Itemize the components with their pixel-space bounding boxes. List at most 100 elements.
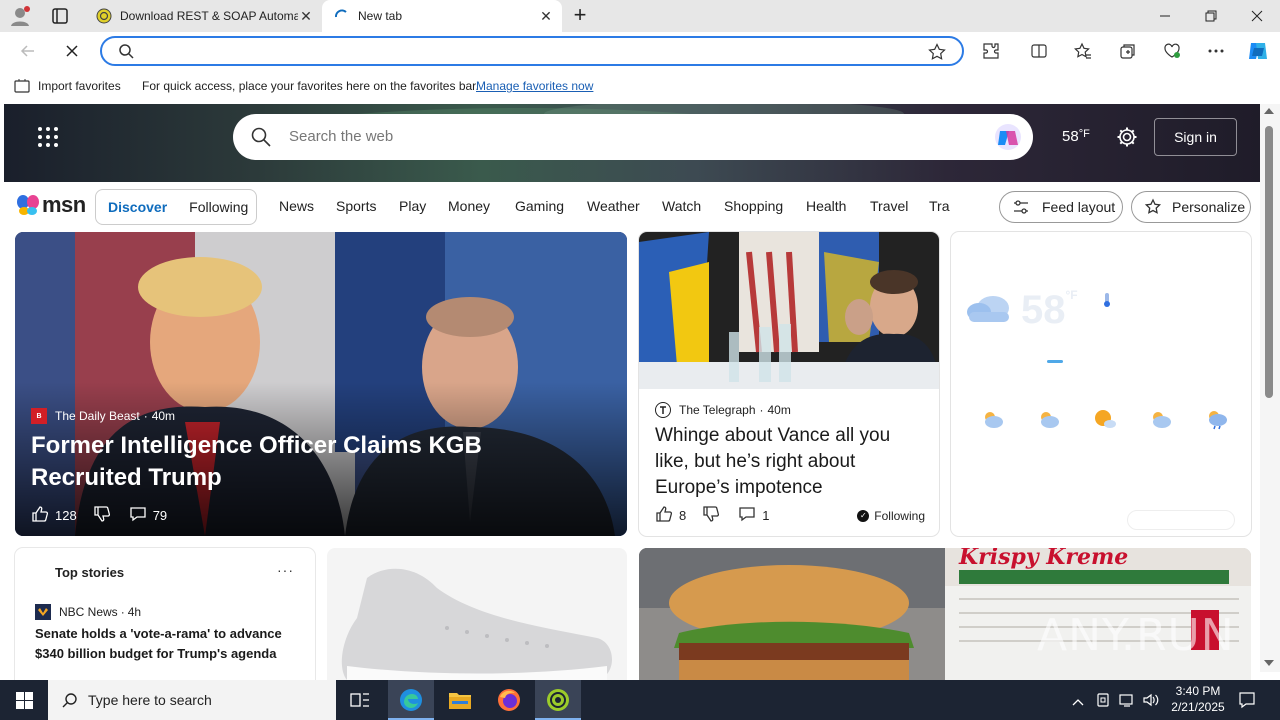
hero-headline[interactable]: Former Intelligence Officer Claims KGB R… — [31, 430, 591, 494]
collections-icon[interactable] — [1118, 41, 1138, 61]
firefox-icon[interactable] — [497, 688, 521, 717]
like-icon[interactable] — [31, 505, 49, 526]
weather-temp-value: 58 — [1021, 288, 1066, 332]
tab-discover[interactable]: Discover — [108, 199, 167, 215]
comment-icon[interactable] — [129, 505, 147, 526]
page-scrollbar[interactable] — [1260, 104, 1280, 672]
favorites-icon[interactable] — [1073, 41, 1093, 61]
feed-layout-button[interactable]: Feed layout — [999, 191, 1123, 223]
story2-source: The Telegraph — [679, 403, 756, 417]
nav-sports[interactable]: Sports — [336, 198, 376, 214]
tab-download-rest-soap[interactable]: Download REST & SOAP Automa ✕ — [84, 0, 322, 32]
close-tab-icon[interactable]: ✕ — [538, 8, 554, 24]
following-badge[interactable]: ✓ Following — [857, 509, 925, 523]
edge-icon — [400, 689, 422, 711]
more-options-icon[interactable]: ··· — [277, 562, 294, 578]
windows-start-icon[interactable] — [16, 692, 33, 714]
msn-logo[interactable]: msn — [16, 191, 86, 219]
hero-age: 40m — [151, 409, 176, 423]
dislike-icon[interactable] — [702, 505, 720, 526]
tab-following[interactable]: Following — [189, 199, 248, 215]
browser-essentials-icon[interactable] — [1162, 41, 1182, 61]
sign-in-button[interactable]: Sign in — [1154, 118, 1237, 156]
clock-time: 3:40 PM — [1175, 684, 1221, 698]
nav-money[interactable]: Money — [448, 198, 490, 214]
top-story-headline[interactable]: Senate holds a 'vote-a-rama' to advance … — [35, 624, 303, 664]
partly-cloudy-icon — [1147, 408, 1173, 435]
hero-story-card[interactable]: B The Daily Beast · 40m Former Intellige… — [15, 232, 627, 536]
nav-news[interactable]: News — [279, 198, 314, 214]
rain-icon — [1203, 408, 1229, 435]
task-view-icon[interactable] — [350, 691, 370, 714]
nav-play[interactable]: Play — [399, 198, 426, 214]
telegraph-logo-icon — [655, 402, 671, 418]
msn-search-box[interactable]: Search the web — [233, 114, 1033, 160]
nav-shopping[interactable]: Shopping — [724, 198, 783, 214]
volume-icon[interactable] — [1142, 692, 1160, 713]
nav-health[interactable]: Health — [806, 198, 846, 214]
show-hidden-icons-chevron-icon[interactable] — [1072, 694, 1084, 712]
story-image-vance — [639, 232, 939, 389]
profile-avatar[interactable] — [8, 4, 32, 28]
like-icon[interactable] — [655, 505, 673, 526]
search-icon — [62, 692, 78, 708]
sliders-icon — [1012, 198, 1030, 216]
split-screen-icon[interactable] — [1029, 41, 1049, 61]
top-stories-heading[interactable]: Top stories — [55, 565, 124, 580]
copilot-search-icon[interactable] — [993, 122, 1023, 152]
device-icon[interactable] — [1096, 692, 1110, 713]
story2-source-row: The Telegraph · 40m — [655, 402, 791, 418]
import-favorites-button[interactable]: Import favorites — [38, 79, 121, 93]
taskbar-search-box[interactable]: Type here to search — [48, 680, 336, 720]
apps-launcher-icon[interactable] — [37, 126, 59, 148]
search-icon — [118, 43, 134, 64]
new-tab-button[interactable]: + — [568, 4, 592, 28]
food-story-card[interactable]: Krispy Kreme ANY.RUN — [639, 548, 1251, 680]
back-arrow-icon[interactable] — [18, 41, 38, 61]
settings-gear-icon[interactable] — [1116, 126, 1138, 148]
network-icon[interactable] — [1118, 692, 1136, 713]
story-card-telegraph[interactable]: The Telegraph · 40m Whinge about Vance a… — [639, 232, 939, 536]
weather-card[interactable]: 58°F — [951, 232, 1251, 536]
close-window-button[interactable] — [1234, 0, 1280, 32]
more-options-icon[interactable] — [1206, 41, 1226, 61]
clock-date: 2/21/2025 — [1171, 700, 1225, 714]
scrollbar-thumb[interactable] — [1265, 126, 1273, 398]
nav-traffic-truncated[interactable]: Tra — [929, 198, 950, 214]
notifications-icon[interactable] — [1238, 691, 1256, 714]
file-explorer-icon[interactable] — [448, 689, 472, 716]
story2-age: 40m — [767, 403, 791, 417]
header-weather[interactable]: 58°F — [1062, 128, 1090, 145]
nav-travel[interactable]: Travel — [870, 198, 908, 214]
comment-icon[interactable] — [738, 505, 756, 526]
manage-favorites-link[interactable]: Manage favorites now — [476, 79, 593, 93]
close-tab-icon[interactable]: ✕ — [298, 8, 314, 24]
copilot-icon[interactable] — [1246, 39, 1270, 63]
story2-comment-count: 1 — [762, 508, 770, 523]
partly-cloudy-icon — [1035, 408, 1061, 435]
tab-actions-icon[interactable] — [50, 6, 70, 26]
tab-new-tab[interactable]: New tab ✕ — [322, 0, 562, 32]
restore-button[interactable] — [1188, 0, 1234, 32]
scroll-down-arrow-icon[interactable] — [1264, 660, 1274, 666]
following-label: Following — [874, 508, 925, 523]
dislike-icon[interactable] — [93, 505, 111, 526]
address-bar[interactable] — [100, 36, 964, 66]
personalize-button[interactable]: Personalize — [1131, 191, 1251, 223]
shoe-ad-card[interactable] — [327, 548, 627, 680]
nav-weather[interactable]: Weather — [587, 198, 640, 214]
taskbar-clock[interactable]: 3:40 PM 2/21/2025 — [1162, 683, 1234, 715]
extensions-icon[interactable] — [981, 41, 1001, 61]
header-temp-unit: °F — [1078, 128, 1090, 140]
minimize-button[interactable] — [1142, 0, 1188, 32]
stop-loading-icon[interactable] — [62, 41, 82, 61]
discover-following-toggle: Discover Following — [95, 189, 257, 225]
taskbar-edge-button[interactable] — [388, 680, 434, 720]
scroll-up-arrow-icon[interactable] — [1264, 108, 1274, 114]
nav-gaming[interactable]: Gaming — [515, 198, 564, 214]
favorite-star-icon[interactable] — [928, 43, 946, 66]
top-story-source-row: NBC News · 4h — [35, 604, 141, 620]
taskbar-app-active[interactable] — [535, 680, 581, 720]
story2-headline[interactable]: Whinge about Vance all you like, but he’… — [655, 423, 923, 501]
nav-watch[interactable]: Watch — [662, 198, 701, 214]
